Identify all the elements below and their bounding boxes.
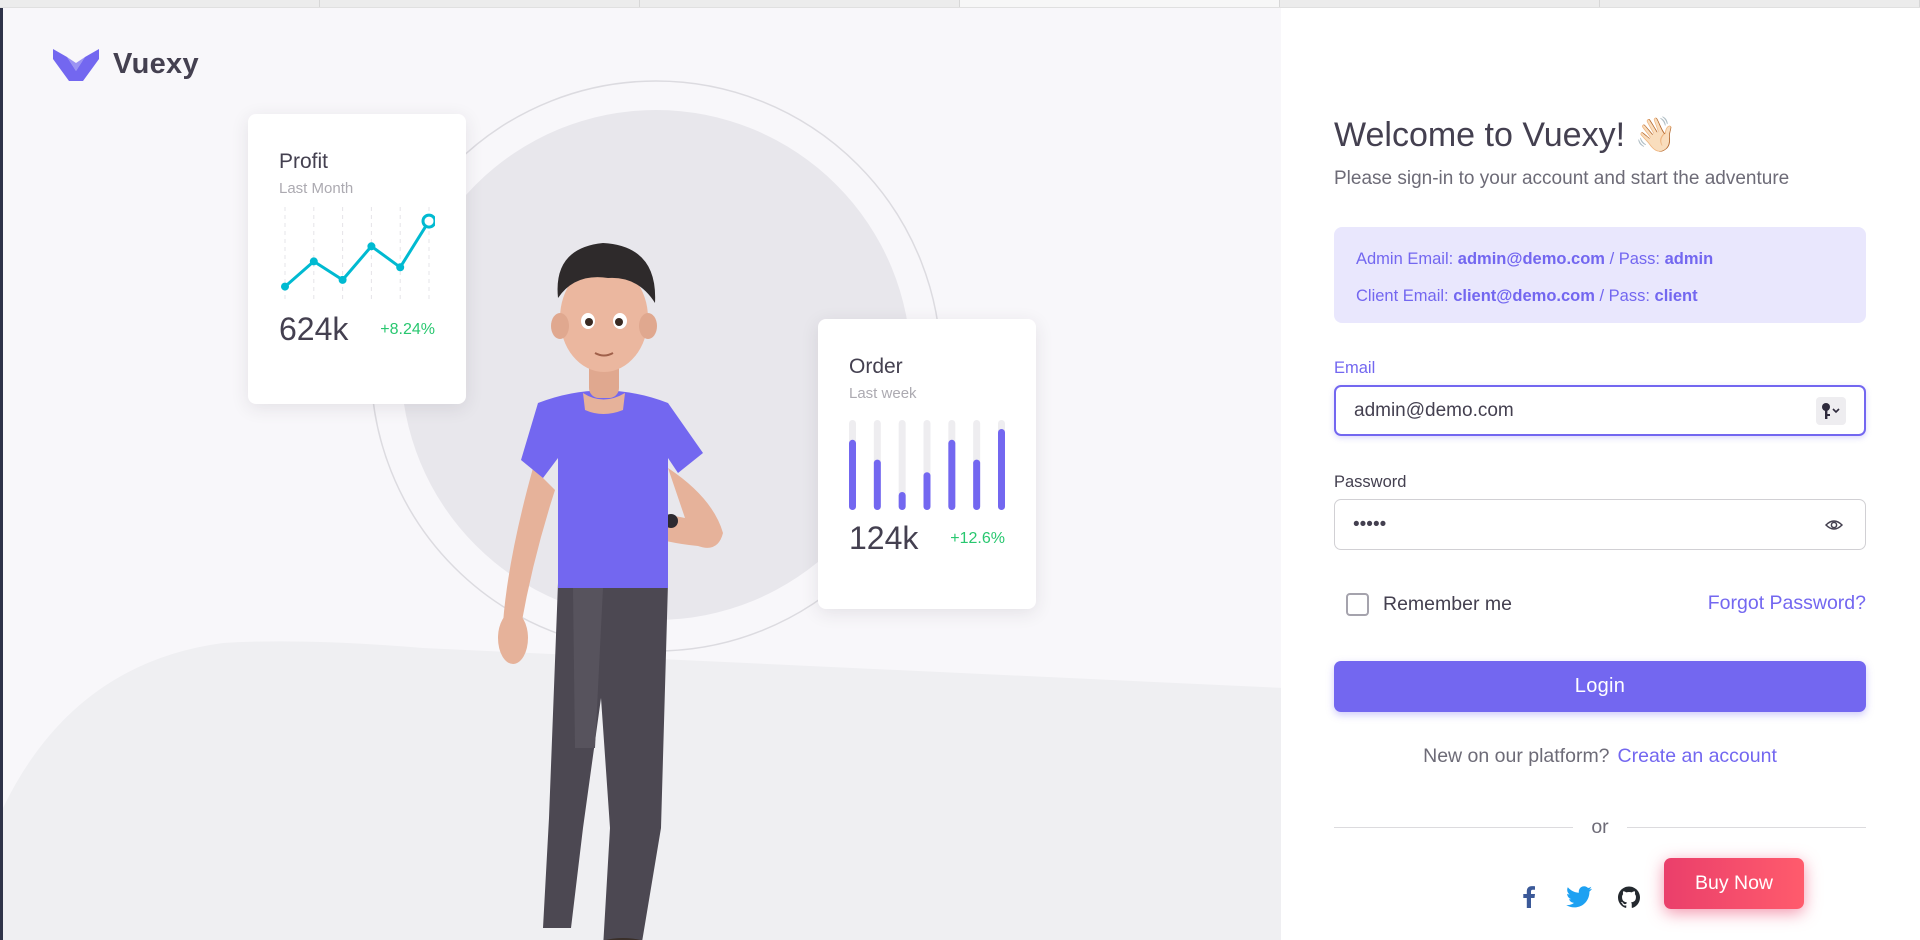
client-credentials-line: Client Email: client@demo.com / Pass: cl… (1356, 278, 1844, 315)
password-field-wrapper (1334, 499, 1866, 550)
profit-value: 624k (279, 311, 349, 347)
profit-card-subtitle: Last Month (279, 180, 354, 197)
sparkline-point (281, 282, 289, 291)
tab-strip-segment[interactable] (1280, 0, 1600, 7)
order-bar (849, 439, 856, 510)
or-divider: or (1334, 815, 1866, 838)
brand-name: Vuexy (113, 48, 199, 80)
profit-sparkline (281, 207, 435, 299)
github-icon[interactable] (1614, 882, 1644, 912)
order-bar (898, 492, 906, 510)
character-illustration (498, 243, 723, 940)
sparkline-point (309, 257, 318, 266)
admin-email: admin@demo.com (1457, 250, 1605, 268)
login-panel: Welcome to Vuexy! 👋🏻 Please sign-in to y… (1281, 8, 1920, 940)
client-email: client@demo.com (1453, 287, 1595, 305)
sparkline-point (396, 263, 405, 272)
order-card-title: Order (849, 355, 903, 378)
welcome-subtitle: Please sign-in to your account and start… (1334, 168, 1790, 189)
login-button[interactable]: Login (1334, 661, 1866, 712)
profit-delta: +8.24% (380, 320, 435, 338)
email-label: Email (1334, 359, 1376, 377)
admin-label: Admin Email: (1356, 250, 1458, 268)
tab-strip-segment[interactable] (0, 0, 320, 7)
order-bar (873, 459, 881, 510)
tab-strip-segment[interactable] (320, 0, 640, 7)
signup-prompt-text: New on our platform? (1423, 745, 1610, 767)
sparkline-line (284, 220, 431, 288)
show-password-eye-icon[interactable] (1821, 512, 1847, 538)
order-card: Order Last week 124k +12.6% (818, 319, 1036, 609)
create-account-link[interactable]: Create an account (1618, 745, 1777, 767)
facebook-icon[interactable] (1514, 882, 1544, 912)
tab-strip-segment[interactable] (960, 0, 1280, 7)
admin-credentials-line: Admin Email: admin@demo.com / Pass: admi… (1356, 241, 1844, 278)
twitter-icon[interactable] (1564, 882, 1594, 912)
browser-tab-strip (0, 0, 1920, 8)
remember-me-label: Remember me (1383, 593, 1512, 615)
order-value: 124k (849, 520, 919, 556)
sparkline-point (421, 213, 435, 229)
demo-credentials-alert: Admin Email: admin@demo.com / Pass: admi… (1334, 227, 1866, 323)
illustration-panel: Vuexy Profit Last Month 624k +8.24% Orde… (0, 8, 1281, 940)
brand[interactable]: Vuexy (53, 48, 199, 81)
divider-text: or (1591, 815, 1609, 838)
buy-now-button[interactable]: Buy Now (1664, 858, 1804, 909)
vuexy-logo-icon (53, 48, 99, 81)
email-field-wrapper (1334, 385, 1866, 436)
client-pass: client (1654, 287, 1698, 305)
divider-line (1626, 826, 1866, 828)
client-label: Client Email: (1356, 287, 1454, 305)
order-bar-chart (849, 420, 1005, 510)
password-label: Password (1334, 473, 1407, 491)
order-bar (973, 459, 981, 510)
remember-me-checkbox[interactable] (1346, 593, 1369, 616)
welcome-heading: Welcome to Vuexy! 👋🏻 (1334, 116, 1677, 154)
order-bar (923, 472, 931, 510)
forgot-password-link[interactable]: Forgot Password? (1708, 592, 1866, 615)
divider-line (1334, 826, 1574, 828)
sparkline-point (338, 275, 347, 284)
order-delta: +12.6% (950, 529, 1005, 547)
remember-me[interactable]: Remember me (1346, 593, 1512, 616)
admin-pass: admin (1664, 250, 1714, 268)
order-card-subtitle: Last week (849, 385, 917, 402)
email-field[interactable] (1354, 399, 1816, 422)
order-bar (998, 429, 1005, 510)
client-pass-label: / Pass: (1594, 287, 1655, 305)
social-login (1514, 882, 1644, 912)
profit-card: Profit Last Month 624k +8.24% (248, 114, 466, 404)
password-field[interactable] (1353, 513, 1821, 536)
sparkline-point (367, 242, 376, 251)
tab-strip-segment[interactable] (1600, 0, 1920, 7)
profit-card-title: Profit (279, 150, 329, 173)
password-manager-key-icon[interactable] (1816, 396, 1846, 425)
order-bar (948, 439, 956, 510)
tab-strip-segment[interactable] (640, 0, 960, 7)
signup-prompt: New on our platform? Create an account (1334, 745, 1866, 768)
admin-pass-label: / Pass: (1604, 250, 1665, 268)
